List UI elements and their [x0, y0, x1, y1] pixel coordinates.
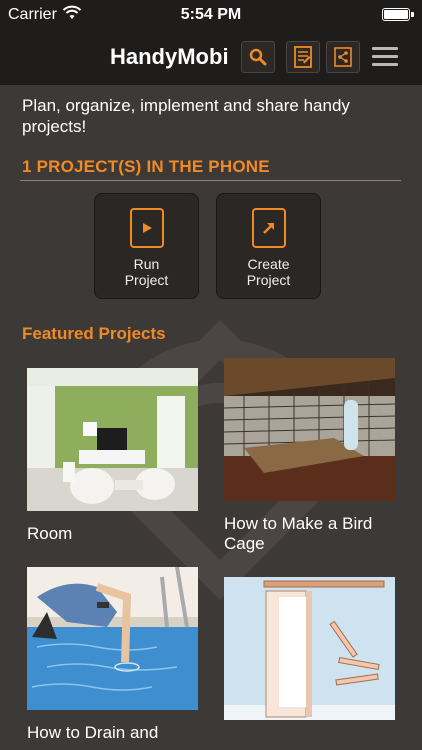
menu-icon[interactable]	[372, 47, 398, 67]
status-bar: Carrier 5:54 PM	[0, 0, 422, 30]
bird-cage-render	[223, 358, 396, 501]
document-icon	[294, 46, 312, 68]
create-label-line2: Project	[246, 272, 291, 288]
sliding-door-illustration	[224, 577, 395, 720]
app-header: HandyMobi	[0, 30, 422, 85]
divider	[20, 180, 401, 181]
run-label-line1: Run	[133, 256, 160, 272]
projects-count-heading: 1 PROJECT(S) IN THE PHONE	[22, 157, 270, 176]
featured-card-drain[interactable]: How to Drain and	[27, 566, 198, 743]
featured-title: Room	[27, 524, 73, 543]
featured-title: How to Drain and	[27, 723, 159, 742]
tagline: Plan, organize, implement and share hand…	[22, 96, 350, 136]
featured-card-bird-cage[interactable]: How to Make a Bird Cage	[223, 358, 396, 554]
document-button[interactable]	[286, 41, 320, 73]
pool-drain-illustration	[27, 566, 198, 710]
living-room-photo	[27, 368, 198, 511]
featured-heading: Featured Projects	[22, 324, 166, 343]
app-title: HandyMobi	[110, 44, 229, 69]
arrow-up-right-icon	[251, 208, 286, 248]
clock: 5:54 PM	[180, 6, 242, 23]
create-project-button[interactable]: Create Project	[216, 193, 321, 299]
run-project-button[interactable]: Run Project	[94, 193, 199, 299]
play-icon	[129, 208, 164, 248]
run-label-line2: Project	[124, 272, 169, 288]
share-button[interactable]	[326, 41, 360, 73]
search-button[interactable]	[241, 41, 275, 73]
share-icon	[334, 47, 352, 67]
create-label-line1: Create	[247, 256, 290, 272]
featured-card-room[interactable]: Room	[27, 368, 198, 544]
search-icon	[249, 48, 267, 66]
featured-title: How to Make a Bird Cage	[224, 514, 373, 553]
battery-icon	[382, 8, 414, 21]
featured-card-sliding-door[interactable]	[224, 577, 395, 733]
